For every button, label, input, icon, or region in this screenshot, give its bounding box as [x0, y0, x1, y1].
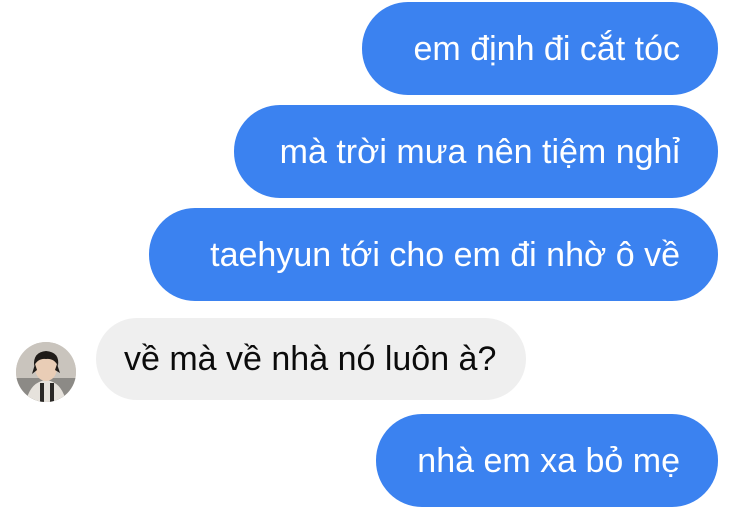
message-text: em định đi cắt tóc — [413, 29, 680, 68]
message-text: mà trời mưa nên tiệm nghỉ — [279, 132, 680, 171]
message-text: taehyun tới cho em đi nhờ ô về — [210, 235, 680, 274]
outgoing-message[interactable]: em định đi cắt tóc — [362, 2, 718, 95]
person-photo-icon — [16, 342, 76, 402]
incoming-message[interactable]: về mà về nhà nó luôn à? — [96, 318, 526, 400]
outgoing-message[interactable]: taehyun tới cho em đi nhờ ô về — [149, 208, 718, 301]
message-text: nhà em xa bỏ mẹ — [417, 441, 680, 480]
contact-avatar[interactable] — [16, 342, 76, 402]
message-thread: em định đi cắt tóc mà trời mưa nên tiệm … — [0, 0, 750, 513]
outgoing-message[interactable]: nhà em xa bỏ mẹ — [376, 414, 718, 507]
outgoing-message[interactable]: mà trời mưa nên tiệm nghỉ — [234, 105, 718, 198]
message-text: về mà về nhà nó luôn à? — [124, 340, 497, 378]
